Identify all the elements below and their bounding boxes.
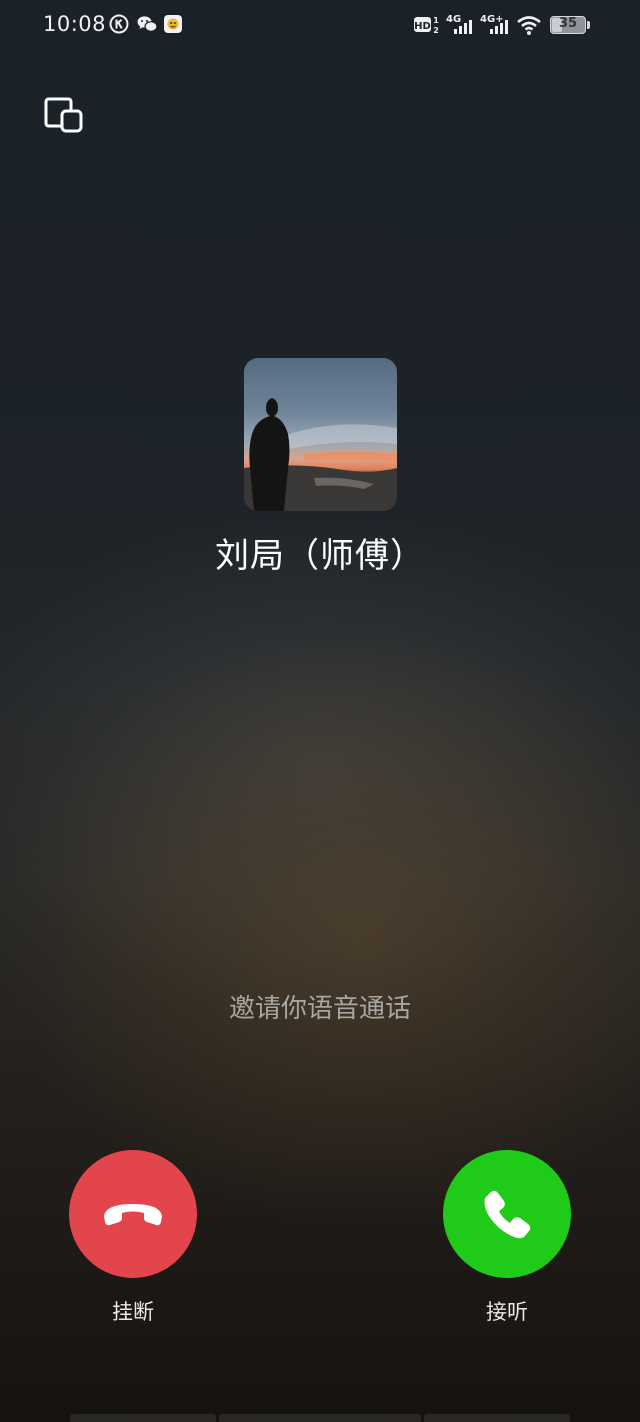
signal-4g-icon: 4G <box>446 14 472 34</box>
nav-indicator-right <box>424 1414 570 1422</box>
k-circle-icon <box>109 14 129 34</box>
battery-indicator: 35 <box>550 16 586 34</box>
call-status-text: 邀请你语音通话 <box>228 994 411 1024</box>
signal-4g-plus-icon: 4G+ <box>480 14 508 34</box>
decline-label: 挂断 <box>112 1300 154 1324</box>
svg-text:2: 2 <box>433 26 439 35</box>
battery-text: 35 <box>558 16 578 31</box>
accept-call-button[interactable] <box>443 1150 571 1278</box>
phone-icon <box>484 1190 531 1239</box>
wifi-icon <box>517 16 541 35</box>
battery-tip <box>587 21 590 29</box>
svg-text:HD: HD <box>414 21 431 32</box>
accept-label: 接听 <box>486 1300 528 1324</box>
nav-indicator-center <box>219 1414 421 1422</box>
wechat-icon <box>137 16 158 32</box>
caller-avatar <box>244 358 397 511</box>
hd-icon: HD 1 2 <box>414 16 439 35</box>
avatar-photo <box>244 358 397 511</box>
svg-text:4G: 4G <box>446 14 461 25</box>
minimize-button[interactable] <box>42 95 86 139</box>
caller-name: 刘局（师傅） <box>215 536 425 576</box>
svg-text:1: 1 <box>433 16 439 25</box>
minimize-window-icon <box>44 97 83 133</box>
decline-call-button[interactable] <box>69 1150 197 1278</box>
app-badge-icon <box>164 15 182 33</box>
nav-indicator-left <box>70 1414 216 1422</box>
status-bar: 10:08 HD 1 2 4G 4G+ 35 <box>0 0 640 50</box>
status-time: 10:08 <box>43 12 107 36</box>
hang-up-icon <box>104 1204 162 1226</box>
